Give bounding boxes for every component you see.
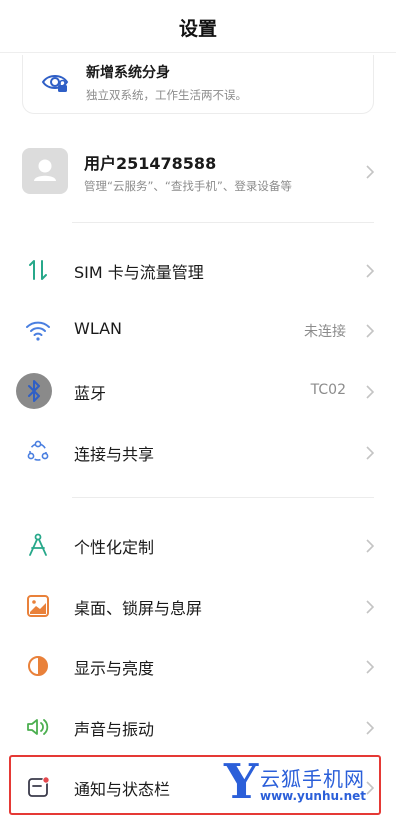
settings-item-sound[interactable]: 声音与振动 [0,697,396,757]
settings-item-label: 连接与共享 [74,445,155,464]
watermark-name: 云狐手机网 [260,767,365,791]
watermark-logo-letter: Y [224,754,259,810]
eye-lock-icon [40,67,70,97]
promo-subtitle: 独立双系统，工作生活两不误。 [86,88,247,102]
settings-item-sim[interactable]: SIM 卡与流量管理 [0,240,396,300]
display-brightness-icon [24,652,52,680]
wallpaper-icon [24,592,52,620]
settings-item-label: 声音与振动 [74,720,155,739]
settings-item-value: TC02 [310,382,346,398]
settings-item-label: 蓝牙 [74,384,107,403]
settings-item-wlan[interactable]: WLAN 未连接 [0,300,396,360]
title-bar: 设置 [0,0,396,53]
account-row[interactable]: 用户251478588 管理“云服务”、“查找手机”、登录设备等 [0,140,396,202]
watermark-url: www.yunhu.net [260,789,367,803]
sim-data-icon [24,256,52,284]
avatar [22,148,68,194]
settings-item-label: 个性化定制 [74,538,155,557]
settings-item-bluetooth[interactable]: 蓝牙 TC02 [0,361,396,421]
divider [72,222,374,223]
settings-item-wallpaper[interactable]: 桌面、锁屏与息屏 [0,576,396,636]
settings-item-label: WLAN [74,319,123,338]
settings-item-label: 桌面、锁屏与息屏 [74,599,203,618]
settings-item-value: 未连接 [304,324,346,340]
chevron-right-icon [366,538,375,553]
settings-item-connection-share[interactable]: 连接与共享 [0,422,396,482]
chevron-right-icon [366,659,375,674]
page-title: 设置 [178,17,217,40]
user-avatar-icon [34,159,56,181]
chevron-right-icon [366,720,375,735]
watermark: Y 云狐手机网 www.yunhu.net [220,754,380,812]
chevron-right-icon [366,445,375,460]
sound-vibration-icon [24,713,52,741]
wifi-icon [24,316,52,344]
system-clone-card[interactable]: 新增系统分身 独立双系统，工作生活两不误。 [22,55,374,114]
settings-item-display[interactable]: 显示与亮度 [0,636,396,696]
settings-item-label: 显示与亮度 [74,659,155,678]
chevron-right-icon [366,164,375,179]
chevron-right-icon [366,384,375,399]
divider [72,497,374,498]
personalize-icon [24,531,52,559]
settings-item-personalize[interactable]: 个性化定制 [0,515,396,575]
account-name: 用户251478588 [84,154,217,173]
account-description: 管理“云服务”、“查找手机”、登录设备等 [84,179,292,193]
settings-item-label: SIM 卡与流量管理 [74,263,204,282]
promo-title: 新增系统分身 [86,65,170,81]
connection-share-icon [24,438,52,466]
bluetooth-icon [16,373,52,409]
chevron-right-icon [366,263,375,278]
chevron-right-icon [366,323,375,338]
chevron-right-icon [366,599,375,614]
